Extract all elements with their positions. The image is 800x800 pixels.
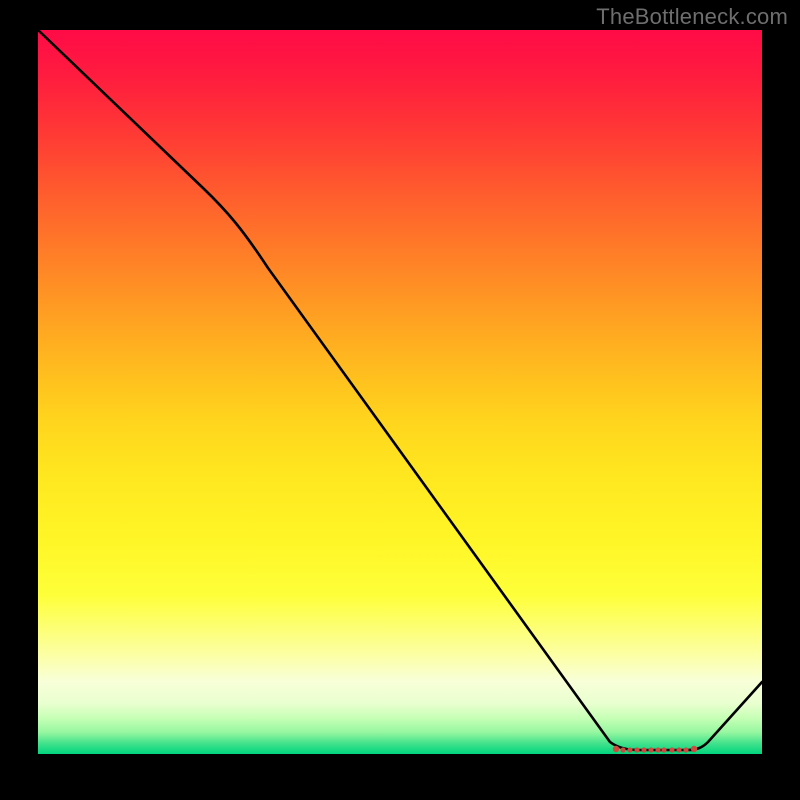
chart-svg <box>38 30 762 754</box>
chart-frame: TheBottleneck.com <box>0 0 800 800</box>
watermark-text: TheBottleneck.com <box>596 4 788 30</box>
bottleneck-curve <box>38 30 762 750</box>
plot-area <box>38 30 762 754</box>
